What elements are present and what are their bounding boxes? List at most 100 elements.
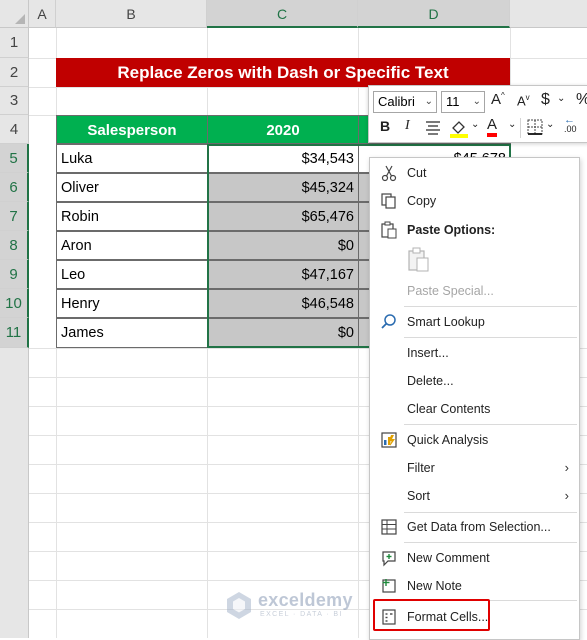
search-icon [381, 314, 396, 329]
cell-2020[interactable]: $45,324 [207, 173, 359, 202]
accounting-format-button[interactable]: $ [541, 91, 550, 109]
font-size-combo[interactable]: 11 ⌄ [441, 91, 485, 113]
cell-name[interactable]: Luka [56, 144, 208, 173]
chevron-down-icon[interactable]: ⌄ [471, 119, 479, 130]
chevron-down-icon[interactable]: ⌄ [546, 119, 554, 130]
cell-name[interactable]: James [56, 318, 208, 348]
fill-color-button[interactable] [449, 118, 469, 141]
watermark-name: exceldemy [258, 590, 353, 610]
cell-name[interactable]: Robin [56, 202, 208, 231]
column-header-c[interactable]: C [207, 0, 358, 28]
menu-item-label: Insert... [407, 346, 449, 360]
clipboard-icon [408, 247, 429, 272]
menu-item-delete[interactable]: Delete... [370, 367, 577, 395]
decrease-font-button[interactable]: Av [517, 93, 530, 108]
menu-item-label: Sort [407, 489, 430, 503]
column-header-d[interactable]: D [358, 0, 510, 28]
menu-item-label: Copy [407, 194, 437, 208]
column-header-e[interactable] [510, 0, 587, 28]
font-color-icon: A [487, 117, 498, 137]
row-header-9[interactable]: 9 [0, 260, 29, 289]
note-icon [382, 579, 396, 593]
chevron-down-icon[interactable]: ⌄ [508, 119, 516, 130]
watermark-tagline: EXCEL · DATA · BI [260, 611, 343, 618]
menu-item-label: Smart Lookup [407, 315, 485, 329]
cell-name[interactable]: Aron [56, 231, 208, 260]
row-header-10[interactable]: 10 [0, 289, 29, 318]
increase-font-icon: A [491, 91, 502, 108]
column-header-a[interactable]: A [29, 0, 56, 28]
row-header-8[interactable]: 8 [0, 231, 29, 260]
menu-item-label: Clear Contents [407, 402, 491, 416]
menu-item-paste-special[interactable]: Paste Special... [370, 277, 577, 305]
row-header-7[interactable]: 7 [0, 202, 29, 231]
header-salesperson[interactable]: Salesperson [56, 115, 208, 144]
header-2020[interactable]: 2020 [207, 115, 359, 144]
font-name-combo[interactable]: Calibri ⌄ [373, 91, 437, 113]
font-color-button[interactable]: A [487, 116, 498, 137]
borders-button[interactable] [527, 119, 543, 138]
italic-button[interactable]: I [405, 118, 410, 134]
paste-option-button[interactable] [407, 247, 433, 275]
cell-2020[interactable]: $0 [207, 318, 359, 348]
menu-item-paste-options: Paste Options: [370, 216, 577, 244]
menu-item-filter[interactable]: Filter › [370, 454, 577, 482]
menu-item-new-note[interactable]: New Note [370, 572, 577, 600]
copy-icon [381, 193, 396, 209]
menu-item-label: Delete... [407, 374, 454, 388]
percent-style-button[interactable]: % [576, 91, 587, 109]
cell-2020[interactable]: $47,167 [207, 260, 359, 289]
menu-item-quick-analysis[interactable]: Quick Analysis [370, 426, 577, 454]
chevron-right-icon: › [564, 488, 569, 503]
select-all-corner[interactable] [0, 0, 29, 28]
chevron-down-icon[interactable]: ⌄ [557, 93, 565, 104]
cell-2020[interactable]: $46,548 [207, 289, 359, 318]
row-header-1[interactable]: 1 [0, 28, 29, 58]
cell-2020[interactable]: $34,543 [207, 144, 359, 173]
menu-separator [404, 337, 577, 338]
menu-item-smart-lookup[interactable]: Smart Lookup [370, 308, 577, 336]
cell-2020[interactable]: $0 [207, 231, 359, 260]
increase-font-button[interactable]: A^ [491, 91, 505, 108]
title-banner[interactable]: Replace Zeros with Dash or Specific Text [56, 58, 510, 87]
menu-item-label: Cut [407, 166, 427, 180]
chevron-right-icon: › [564, 460, 569, 475]
quick-analysis-icon [381, 432, 397, 448]
menu-item-label: New Note [407, 579, 462, 593]
menu-item-copy[interactable]: Copy [370, 187, 577, 215]
paste-icon [381, 221, 397, 239]
row-header-4[interactable]: 4 [0, 115, 29, 144]
menu-item-clear-contents[interactable]: Clear Contents [370, 395, 577, 423]
cell-name[interactable]: Leo [56, 260, 208, 289]
menu-item-label: Get Data from Selection... [407, 520, 551, 534]
menu-item-get-data[interactable]: Get Data from Selection... [370, 513, 577, 541]
row-header-6[interactable]: 6 [0, 173, 29, 202]
column-header-b[interactable]: B [56, 0, 207, 28]
menu-separator [404, 306, 577, 307]
scissors-icon [381, 165, 397, 182]
menu-item-label: Quick Analysis [407, 433, 489, 447]
menu-item-new-comment[interactable]: New Comment [370, 544, 577, 572]
menu-item-sort[interactable]: Sort › [370, 482, 577, 510]
row-header-5[interactable]: 5 [0, 144, 29, 173]
exceldemy-logo-icon [227, 592, 251, 619]
fill-color-icon [450, 121, 468, 138]
bold-button[interactable]: B [380, 118, 390, 134]
exceldemy-watermark: exceldemy EXCEL · DATA · BI [222, 588, 372, 624]
align-center-button[interactable] [425, 119, 441, 138]
currency-icon: $ [541, 91, 550, 108]
row-header-2[interactable]: 2 [0, 58, 29, 87]
toolbar-separator [520, 118, 521, 138]
cell-name[interactable]: Henry [56, 289, 208, 318]
row-header-3[interactable]: 3 [0, 87, 29, 115]
align-center-icon [426, 121, 440, 135]
row-header-empty [0, 348, 29, 638]
menu-item-cut[interactable]: Cut [370, 159, 577, 187]
decimal-icon: .00 [564, 124, 577, 134]
row-header-11[interactable]: 11 [0, 318, 29, 348]
cell-name[interactable]: Oliver [56, 173, 208, 202]
menu-item-label: New Comment [407, 551, 490, 565]
cell-2020[interactable]: $65,476 [207, 202, 359, 231]
decrease-decimal-button[interactable]: ← .00 [564, 115, 577, 134]
menu-item-insert[interactable]: Insert... [370, 339, 577, 367]
